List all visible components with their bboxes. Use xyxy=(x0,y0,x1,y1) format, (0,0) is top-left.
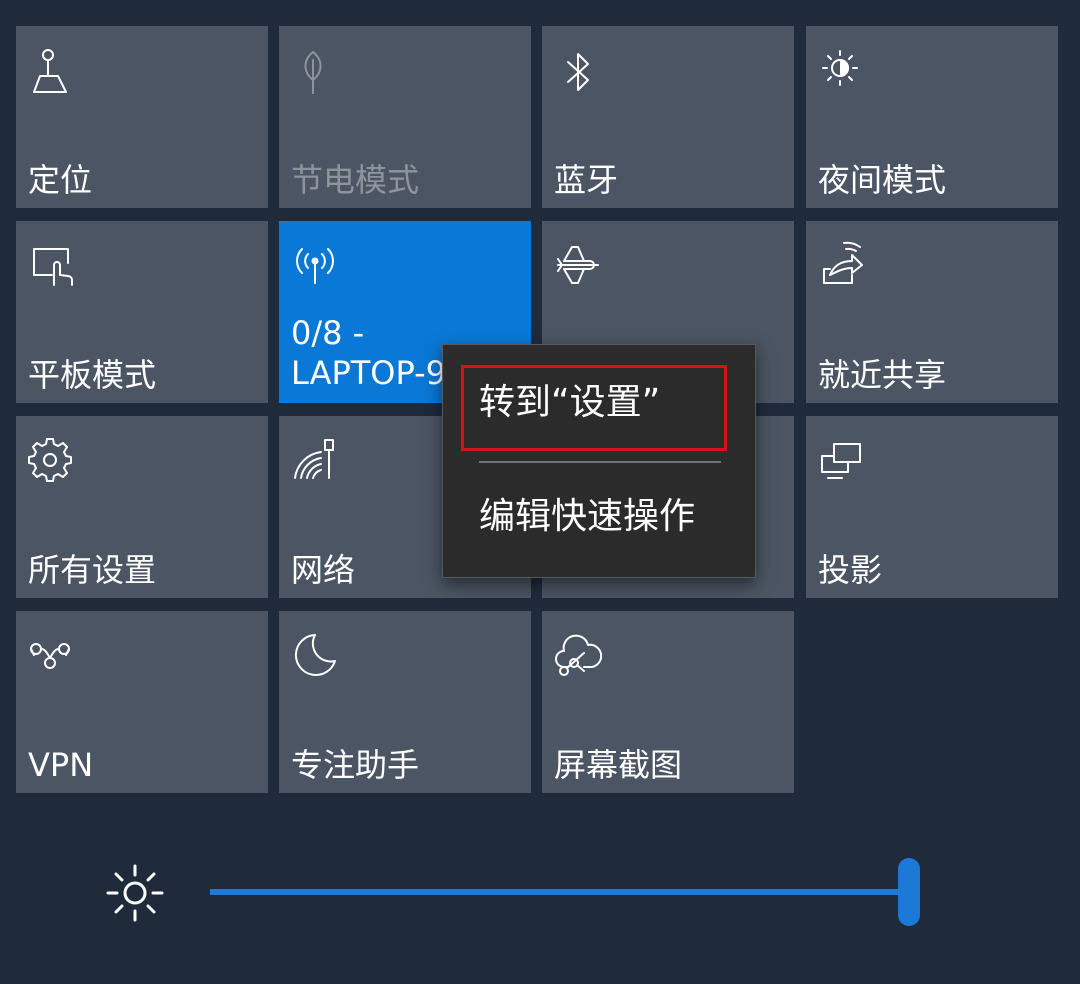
tile-label: 节电模式 xyxy=(291,161,420,199)
leaf-icon xyxy=(291,46,339,95)
tile-label: 屏幕截图 xyxy=(554,746,683,784)
bluetooth-icon xyxy=(554,46,602,94)
tile-label: 所有设置 xyxy=(28,551,157,589)
project-icon xyxy=(818,436,866,484)
tile-label: 平板模式 xyxy=(28,356,157,394)
tile-label: 定位 xyxy=(28,161,93,199)
tile-label: 蓝牙 xyxy=(554,161,619,199)
tile-focus-assist[interactable]: 专注助手 xyxy=(279,611,531,793)
mobile-hotspot-icon xyxy=(291,241,339,289)
tile-tablet-mode[interactable]: 平板模式 xyxy=(16,221,268,403)
snip-icon xyxy=(554,631,603,679)
network-icon xyxy=(291,436,339,484)
tile-label: VPN xyxy=(28,746,94,784)
context-menu: 转到“设置” 编辑快速操作 xyxy=(442,344,756,578)
action-center-panel: 定位 节电模式 蓝牙 夜间模式 平板模式 0/8 - LAPTOP-9 就近共享… xyxy=(0,0,1080,984)
tile-label: 就近共享 xyxy=(818,356,947,394)
tile-label: 0/8 - LAPTOP-9 xyxy=(291,314,446,392)
tile-screen-snip[interactable]: 屏幕截图 xyxy=(542,611,794,793)
brightness-slider-thumb[interactable] xyxy=(898,858,920,926)
tile-location[interactable]: 定位 xyxy=(16,26,268,208)
tile-battery-saver[interactable]: 节电模式 xyxy=(279,26,531,208)
menu-divider xyxy=(479,461,721,463)
gear-icon xyxy=(28,436,76,484)
tile-bluetooth[interactable]: 蓝牙 xyxy=(542,26,794,208)
tile-all-settings[interactable]: 所有设置 xyxy=(16,416,268,598)
tile-night-light[interactable]: 夜间模式 xyxy=(806,26,1058,208)
tablet-mode-icon xyxy=(28,241,76,289)
tile-label: 夜间模式 xyxy=(818,161,947,199)
moon-icon xyxy=(291,631,339,679)
brightness-control xyxy=(0,840,1080,940)
vpn-icon xyxy=(28,631,76,679)
tile-vpn[interactable]: VPN xyxy=(16,611,268,793)
tile-label: 专注助手 xyxy=(291,746,420,784)
tile-nearby-sharing[interactable]: 就近共享 xyxy=(806,221,1058,403)
location-icon xyxy=(28,46,76,94)
nearby-share-icon xyxy=(818,241,866,289)
brightness-icon xyxy=(104,862,166,924)
tile-label: 网络 xyxy=(291,551,356,589)
brightness-slider-fill xyxy=(210,889,910,895)
tile-label: 投影 xyxy=(818,551,883,589)
menu-item-edit-quick-actions[interactable]: 编辑快速操作 xyxy=(479,493,695,541)
airplane-icon xyxy=(554,241,602,289)
brightness-slider-track[interactable] xyxy=(210,889,910,895)
night-light-icon xyxy=(818,46,866,94)
menu-item-go-to-settings[interactable]: 转到“设置” xyxy=(479,379,660,427)
tile-project[interactable]: 投影 xyxy=(806,416,1058,598)
